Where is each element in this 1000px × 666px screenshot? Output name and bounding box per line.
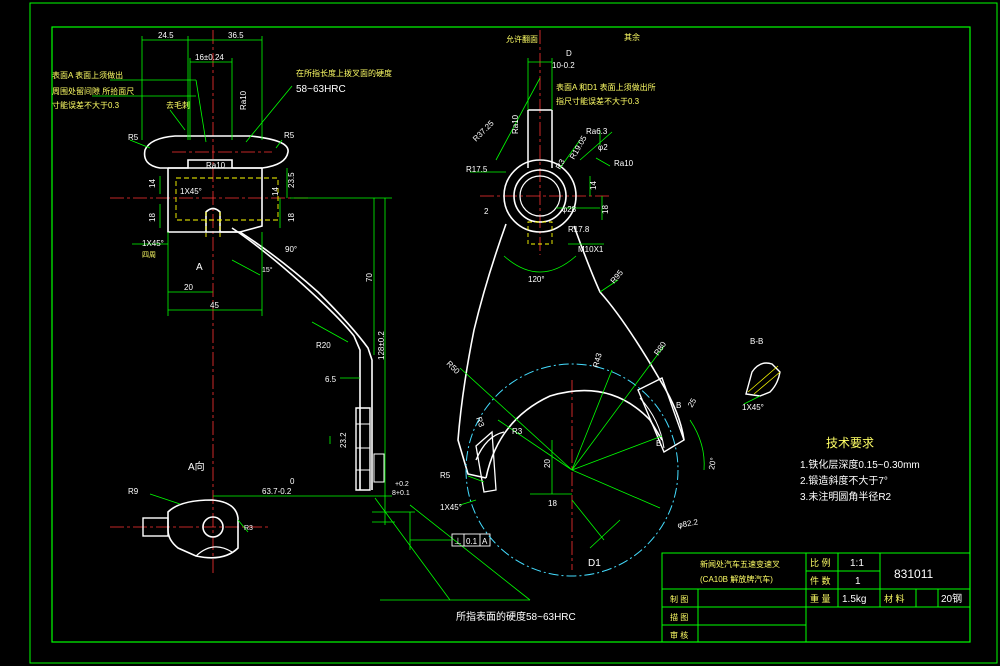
qty-value: 1 xyxy=(855,576,861,587)
note-a-line3: 寸能误差不大于0.3 xyxy=(52,100,120,110)
dim-120: 120° xyxy=(528,275,545,284)
dim-14b: 14 xyxy=(271,187,280,196)
dim-18a: 18 xyxy=(148,213,157,222)
dim-18: 18 xyxy=(601,205,610,214)
dim-r20: R20 xyxy=(316,341,331,350)
dim-16: 16±0.24 xyxy=(195,53,224,62)
dim-r17-8: R17.8 xyxy=(568,225,590,234)
weight-label: 重 量 xyxy=(810,593,831,604)
section-mark-b: B xyxy=(676,401,681,410)
note-top-label: 允许翻面 xyxy=(506,34,538,44)
dim-phi28: φ28 xyxy=(562,205,577,214)
dim-r5-b: R5 xyxy=(284,131,295,140)
section-bb-chamfer: 1X45° xyxy=(742,403,764,412)
material-value: 20钢 xyxy=(941,592,962,605)
dim-45: 45 xyxy=(210,301,219,310)
tol-datum: A xyxy=(482,537,488,546)
note-right-line1: 表面A 和D1 表面上须做出所 xyxy=(556,82,656,92)
note-both-sides: 在所指长度上拨叉面的硬度 xyxy=(296,68,392,78)
view-a-label: A向 xyxy=(188,460,205,473)
dim-r17-5: R17.5 xyxy=(466,165,488,174)
note-bottom-hrc: 所指表面的硬度58~63HRC xyxy=(456,610,576,623)
note-a-line1: 表面A 表面上须做出 xyxy=(52,70,123,80)
dim-70: 70 xyxy=(365,273,374,282)
dim-14a: 14 xyxy=(148,179,157,188)
note-rest: 其余 xyxy=(624,32,640,42)
dim-r9: R9 xyxy=(128,487,139,496)
drawn-label: 制 图 xyxy=(670,594,688,604)
tech-req-item-3: 3.未注明圆角半径R2 xyxy=(800,490,892,503)
chamfer-left: 1X45° xyxy=(180,187,202,196)
qty-label: 件 数 xyxy=(810,575,831,586)
dim-20-right: 20 xyxy=(543,459,552,468)
ra-right-3: Ra10 xyxy=(614,159,634,168)
note-deburr: 去毛刺 xyxy=(166,100,190,110)
tech-req-title: 技术要求 xyxy=(826,436,874,450)
engineering-drawing: ⊥ 0.1 A 24.5 36.5 16±0.24 14 18 23.5 14 … xyxy=(0,0,1000,666)
view-a-arrow-label: A xyxy=(196,262,203,273)
chamfer-left-b: 1X45° xyxy=(142,239,164,248)
note-right-line2: 指尺寸能误差不大于0.3 xyxy=(556,96,640,106)
dim-tol-top: +0.2 xyxy=(395,481,409,488)
dim-14: 14 xyxy=(589,181,598,190)
dim-m10: M10X1 xyxy=(578,245,604,254)
dim-90: 90° xyxy=(285,245,297,254)
dim-128: 128±0.2 xyxy=(377,331,386,360)
material-label: 材 料 xyxy=(884,593,905,604)
dim-r5-right: R5 xyxy=(440,471,451,480)
chamfer-left-b-note: 四周 xyxy=(142,251,156,259)
scale-value: 1:1 xyxy=(850,558,864,569)
note-a-line2: 周围处留间隙 所拾面尺 xyxy=(52,86,134,96)
part-model: (CA10B 解放牌汽车) xyxy=(700,574,773,584)
weight-value: 1.5kg xyxy=(842,594,866,605)
dim-18-right: 18 xyxy=(548,499,557,508)
drawing-number: 831011 xyxy=(894,567,933,581)
ra-left: Ra10 xyxy=(206,161,226,170)
dim-zero: 0 xyxy=(290,477,295,486)
note-hrc-top: 58~63HRC xyxy=(296,84,346,95)
tech-req-item-2: 2.锻造斜度不大于7° xyxy=(800,474,888,487)
dim-r5-a: R5 xyxy=(128,133,139,142)
dim-15: 15° xyxy=(262,266,273,274)
dim-36-5: 36.5 xyxy=(228,31,244,40)
dim-tol-bot: 8+0.1 xyxy=(392,490,410,497)
dim-6-5: 6.5 xyxy=(325,375,337,384)
tol-symbol: ⊥ xyxy=(454,536,462,546)
dim-24-5: 24.5 xyxy=(158,31,174,40)
dim-20: 20 xyxy=(184,283,193,292)
dim-phi2: φ2 xyxy=(598,143,608,152)
dim-d1: D1 xyxy=(588,558,601,569)
ra-right-2: Ra6.3 xyxy=(586,127,608,136)
dim-18b: 18 xyxy=(287,213,296,222)
section-mark-b2: B xyxy=(656,439,661,448)
section-bb-label: B-B xyxy=(750,337,763,346)
dim-small-r: R3 xyxy=(244,525,253,532)
part-name: 新闻处汽车五速变速叉 xyxy=(700,559,780,569)
tol-value: 0.1 xyxy=(466,537,478,546)
drafted-label: 描 图 xyxy=(670,612,688,622)
dim-r3c: R3 xyxy=(512,427,523,436)
dim-two: 2 xyxy=(484,207,489,216)
dim-23-2: 23.2 xyxy=(339,432,348,448)
dim-d: D xyxy=(566,49,572,58)
ra-left-2: Ra10 xyxy=(239,90,248,110)
chamfer-right: 1X45° xyxy=(440,503,462,512)
dim-63-7: 63.7-0.2 xyxy=(262,487,292,496)
tech-req-item-1: 1.铁化层深度0.15~0.30mm xyxy=(800,458,920,471)
ra-right: Ra10 xyxy=(511,114,520,134)
scale-label: 比 例 xyxy=(810,557,831,568)
dim-23-5: 23.5 xyxy=(287,172,296,188)
checked-label: 审 核 xyxy=(670,630,688,640)
dim-10: 10-0.2 xyxy=(552,61,575,70)
